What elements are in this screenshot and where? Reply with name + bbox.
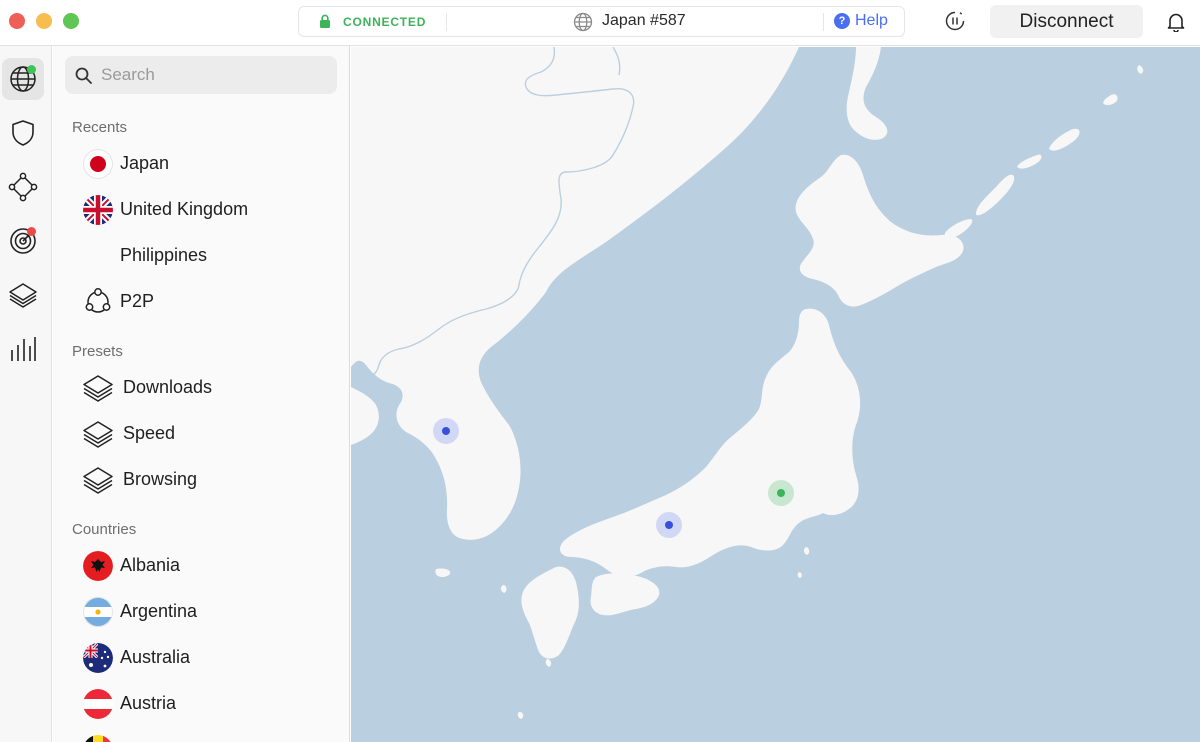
p2p-icon	[85, 288, 111, 313]
layers-icon	[83, 375, 113, 402]
rail-dark-web-monitor-button[interactable]	[2, 220, 44, 262]
window-close-button[interactable]	[9, 13, 25, 29]
server-marker-tokyo-connected[interactable]	[768, 480, 794, 506]
recent-item-p2p[interactable]: P2P	[80, 282, 338, 322]
disconnect-button[interactable]: Disconnect	[990, 5, 1143, 38]
albania-flag-icon	[83, 551, 113, 581]
search-input[interactable]	[101, 63, 321, 87]
country-item-austria[interactable]: Austria	[80, 684, 338, 724]
country-item-australia[interactable]: Australia	[80, 638, 338, 678]
window-maximize-button[interactable]	[63, 13, 79, 29]
rail-statistics-button[interactable]	[2, 328, 44, 370]
countries-heading: Countries	[72, 521, 137, 538]
presets-heading: Presets	[72, 343, 123, 360]
help-link[interactable]: Help	[855, 12, 888, 30]
server-marker-osaka[interactable]	[656, 512, 682, 538]
recent-item-label: P2P	[120, 291, 155, 311]
hokkaido-island	[795, 154, 964, 307]
preset-item-label: Speed	[123, 423, 176, 443]
sakhalin-island	[846, 47, 888, 140]
argentina-flag-icon	[83, 597, 113, 627]
kuril-islands	[944, 65, 1144, 239]
rail-threat-protection-button[interactable]	[2, 112, 44, 154]
window-minimize-button[interactable]	[36, 13, 52, 29]
navigation-rail	[0, 46, 52, 742]
uk-flag-icon	[83, 195, 113, 225]
rail-globe-button[interactable]	[2, 58, 44, 100]
pause-connection-icon[interactable]	[944, 10, 966, 32]
lock-icon	[320, 14, 330, 28]
search-box[interactable]	[65, 56, 337, 94]
connection-status-label: CONNECTED	[343, 15, 427, 29]
current-server-label[interactable]: Japan #587	[602, 12, 686, 30]
preset-item-browsing[interactable]: Browsing	[80, 460, 338, 500]
honshu-island	[559, 308, 861, 577]
rail-meshnet-button[interactable]	[2, 166, 44, 208]
country-item-label: Australia	[120, 647, 191, 667]
recent-item-philippines[interactable]: Philippines	[80, 236, 338, 276]
recents-heading: Recents	[72, 119, 128, 136]
shikoku-island	[590, 573, 660, 616]
japan-flag-icon	[83, 149, 113, 179]
preset-item-downloads[interactable]: Downloads	[80, 368, 338, 408]
recent-item-label: United Kingdom	[120, 199, 249, 219]
alert-status-dot	[27, 227, 36, 236]
belgium-flag-icon	[83, 735, 113, 742]
map-canvas[interactable]	[351, 47, 1200, 742]
country-item-label: Austria	[120, 693, 177, 713]
china-coast-landmass	[351, 387, 379, 445]
recent-item-japan[interactable]: Japan	[80, 144, 338, 184]
divider	[823, 13, 824, 31]
austria-flag-icon	[83, 689, 113, 719]
preset-item-label: Browsing	[123, 469, 198, 489]
country-item-label: Albania	[120, 555, 181, 575]
country-item-label: Argentina	[120, 601, 198, 621]
preset-item-label: Downloads	[123, 377, 213, 397]
recent-item-label: Japan	[120, 153, 170, 173]
search-icon	[75, 67, 92, 84]
shield-icon	[12, 120, 34, 146]
title-bar: CONNECTED Japan #587 ? Help Disconnect	[0, 0, 1200, 46]
recent-item-label: Philippines	[120, 245, 208, 265]
connection-status-bar: CONNECTED Japan #587 ? Help	[298, 6, 905, 37]
layers-icon	[83, 421, 113, 448]
server-map[interactable]	[351, 47, 1200, 742]
recent-item-united-kingdom[interactable]: United Kingdom	[80, 190, 338, 230]
country-item-argentina[interactable]: Argentina	[80, 592, 338, 632]
kyushu-island	[521, 566, 579, 659]
australia-flag-icon	[83, 643, 113, 673]
country-item-albania[interactable]: Albania	[80, 546, 338, 586]
layers-icon	[9, 283, 37, 308]
connected-status-dot	[27, 65, 36, 74]
globe-icon	[573, 12, 593, 32]
help-icon[interactable]: ?	[834, 13, 850, 29]
meshnet-icon	[8, 172, 38, 202]
country-item-next[interactable]	[80, 730, 338, 742]
notifications-bell-icon[interactable]	[1167, 12, 1185, 32]
divider	[446, 13, 447, 31]
server-marker-korea[interactable]	[433, 418, 459, 444]
rail-specialty-servers-button[interactable]	[2, 274, 44, 316]
stats-icon	[11, 337, 36, 361]
preset-item-speed[interactable]: Speed	[80, 414, 338, 454]
layers-icon	[83, 467, 113, 494]
server-list-panel: Recents Japan United Kingdom Philippines	[53, 46, 350, 742]
